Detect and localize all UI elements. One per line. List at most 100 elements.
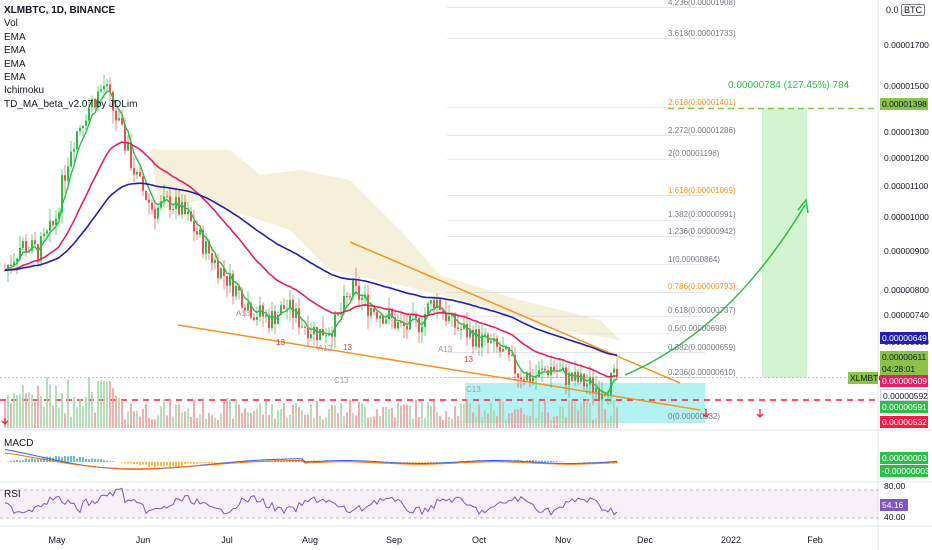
rsi-label[interactable]: RSI	[4, 489, 21, 500]
fib-label: 0.5(0.00000698)	[668, 323, 727, 333]
volume-bar	[79, 398, 81, 428]
chart-canvas: 0.00000784 (127.45%) 784 A13 13 A13 13 C13 A13…	[0, 0, 932, 550]
volume-bar	[199, 414, 201, 428]
macd-histogram-bar	[136, 462, 138, 465]
volume-bar	[349, 399, 351, 428]
candle-body	[10, 264, 12, 266]
chart-legend: XLMBTC, 1D, BINANCE Vol EMA EMA EMA EMA …	[4, 4, 137, 111]
candle-body	[136, 171, 138, 175]
volume-bar	[598, 406, 600, 428]
indicator-ema-2[interactable]: EMA	[4, 44, 137, 57]
macd-histogram-bar	[82, 457, 84, 462]
macd-histogram-bar	[73, 455, 75, 462]
volume-bar	[196, 418, 198, 428]
macd-histogram-bar	[196, 462, 198, 464]
volume-bar	[94, 412, 96, 428]
volume-bar	[514, 409, 516, 428]
volume-bar	[241, 412, 243, 428]
macd-histogram-bar	[160, 462, 162, 467]
volume-bar	[313, 417, 315, 428]
candle-body	[604, 394, 606, 396]
candle-body	[235, 285, 237, 297]
fib-label: 0.236(0.00000610)	[668, 367, 736, 377]
price-badge: 0.00000609	[880, 375, 928, 387]
macd-histogram-bar	[145, 462, 147, 465]
volume-bar	[244, 408, 246, 428]
price-badge: 04:28:01	[880, 363, 928, 375]
fib-label: 1(0.00000864)	[668, 254, 721, 264]
candle-body	[256, 316, 258, 320]
indicator-ema-4[interactable]: EMA	[4, 71, 137, 84]
volume-bar	[166, 415, 168, 428]
price-badge: 0.00001398	[880, 98, 928, 110]
volume-bar	[481, 417, 483, 428]
volume-bar	[451, 418, 453, 428]
volume-bar	[301, 410, 303, 428]
candle-body	[511, 354, 513, 356]
candle-body	[154, 209, 156, 219]
volume-bar	[520, 408, 522, 428]
candle-body	[118, 118, 120, 121]
volume-bar	[208, 413, 210, 428]
volume-bar	[193, 399, 195, 428]
volume-bar	[175, 404, 177, 428]
indicator-td-ma[interactable]: TD_MA_beta_v2.07 by JDLim	[4, 98, 137, 111]
macd-histogram-bar	[538, 460, 540, 462]
volume-bar	[472, 412, 474, 428]
volume-bar	[322, 419, 324, 428]
volume-bar	[124, 419, 126, 428]
volume-bar	[145, 403, 147, 428]
scale-mode[interactable]: 0.0 BTC	[886, 4, 926, 16]
candle-body	[433, 300, 435, 309]
volume-bar	[463, 403, 465, 428]
macd-histogram-bar	[124, 462, 126, 464]
volume-bar	[343, 416, 345, 428]
volume-bar	[394, 417, 396, 428]
macd-histogram-bar	[214, 462, 216, 463]
indicator-ema-1[interactable]: EMA	[4, 31, 137, 44]
volume-bar	[163, 399, 165, 428]
macd-histogram-bar	[157, 462, 159, 466]
macd-histogram-bar	[154, 462, 156, 468]
candle-body	[70, 151, 72, 167]
candle-body	[22, 240, 24, 248]
volume-bar	[490, 402, 492, 428]
volume-bar	[340, 403, 342, 428]
macd-histogram-bar	[544, 460, 546, 462]
volume-bar	[421, 402, 423, 428]
indicator-ema-3[interactable]: EMA	[4, 58, 137, 71]
volume-bar	[136, 410, 138, 428]
volume-bar	[487, 413, 489, 428]
volume-bar	[16, 395, 18, 428]
candle-body	[595, 387, 597, 393]
candle-body	[475, 329, 477, 347]
macd-line	[4, 449, 618, 470]
macd-label[interactable]: MACD	[4, 438, 33, 449]
volume-bar	[238, 404, 240, 428]
y-tick-label: 0.00001300	[884, 127, 929, 138]
candle-body	[574, 371, 576, 381]
currency-badge[interactable]: BTC	[901, 4, 926, 16]
symbol-title[interactable]: XLMBTC, 1D, BINANCE	[4, 4, 137, 17]
volume-bar	[46, 377, 48, 428]
candle-body	[376, 312, 378, 319]
candle-body	[172, 208, 174, 211]
volume-bar	[283, 402, 285, 428]
indicator-vol[interactable]: Vol	[4, 17, 137, 30]
volume-bar	[169, 398, 171, 428]
volume-bar	[325, 417, 327, 428]
price-badge: 0.00000649	[880, 332, 928, 344]
candle-body	[301, 326, 303, 328]
indicator-ichimoku[interactable]: Ichimoku	[4, 84, 137, 97]
volume-bar	[154, 419, 156, 428]
volume-bar	[406, 404, 408, 428]
macd-histogram-bar	[202, 462, 204, 463]
volume-bar	[382, 407, 384, 428]
volume-bar	[337, 412, 339, 428]
candle-body	[457, 327, 459, 329]
volume-bar	[415, 399, 417, 428]
volume-bar	[49, 384, 51, 428]
candle-body	[253, 317, 255, 320]
volume-bar	[574, 402, 576, 428]
macd-histogram-bar	[22, 460, 24, 462]
